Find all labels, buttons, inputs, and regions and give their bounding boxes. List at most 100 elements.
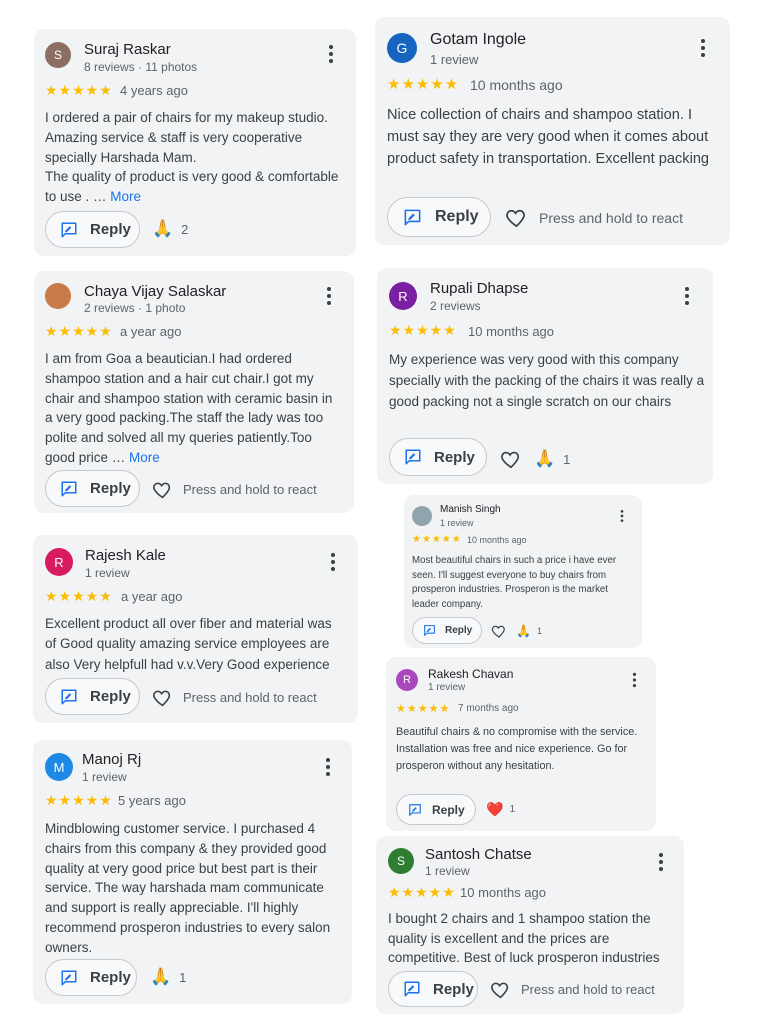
review-text-content: I bought 2 chairs and 1 shampoo station …: [388, 911, 660, 965]
reaction-area[interactable]: Press and hold to react: [505, 206, 683, 229]
avatar: [45, 283, 71, 309]
reaction-count: 2: [181, 221, 189, 237]
avatar: S: [45, 42, 71, 68]
review-text-content: Excellent product all over fiber and mat…: [45, 616, 332, 672]
more-link[interactable]: More: [129, 450, 160, 465]
heart-icon[interactable]: [490, 979, 511, 1000]
review-text: Mindblowing customer service. I purchase…: [45, 819, 335, 958]
review-date: 4 years ago: [120, 83, 188, 98]
avatar: R: [389, 282, 417, 310]
heart-icon[interactable]: [505, 206, 528, 229]
star-rating: ★★★★★: [45, 792, 113, 808]
reviewer-stats: 2 reviews: [430, 299, 481, 313]
review-text: Beautiful chairs & no compromise with th…: [396, 724, 642, 774]
reply-button[interactable]: Reply: [45, 211, 140, 248]
more-options-icon[interactable]: [620, 509, 624, 528]
more-options-icon[interactable]: [632, 672, 637, 693]
star-rating: ★★★★★: [45, 588, 113, 604]
reply-icon: [60, 221, 78, 239]
reply-label: Reply: [90, 969, 131, 986]
reviewer-name: Gotam Ingole: [430, 31, 527, 48]
heart-icon[interactable]: [152, 479, 173, 500]
reply-button[interactable]: Reply: [45, 678, 140, 715]
more-options-icon[interactable]: [330, 552, 336, 577]
review-text-content: Nice collection of chairs and shampoo st…: [387, 107, 710, 167]
review-text-content: Beautiful chairs & no compromise with th…: [396, 726, 638, 772]
reviewer-name: Rakesh Chavan: [428, 667, 514, 681]
review-date: 10 months ago: [460, 885, 547, 900]
reaction-emoji: ❤️: [486, 801, 504, 817]
reaction-area[interactable]: 🙏 1: [500, 448, 570, 470]
star-rating: ★★★★★: [387, 76, 460, 93]
reaction-area[interactable]: Press and hold to react: [152, 687, 317, 708]
reply-icon: [60, 480, 78, 498]
reviewer-name: Santosh Chatse: [425, 846, 532, 863]
reply-icon: [60, 688, 78, 706]
reaction-count: 1: [536, 626, 542, 636]
review-text: Most beautiful chairs in such a price i …: [412, 554, 634, 612]
reviewer-stats: 1 review: [425, 864, 470, 878]
reaction-count: 1: [179, 969, 187, 985]
review-text-content: I am from Goa a beautician.I had ordered…: [45, 351, 333, 465]
review-text-content: Mindblowing customer service. I purchase…: [45, 821, 331, 955]
reviewer-stats: 1 review: [85, 566, 130, 580]
reviewer-stats: 1 review: [440, 518, 474, 528]
reaction-area[interactable]: 🙏 1: [491, 623, 542, 639]
reviewer-name: Manish Singh: [440, 504, 501, 515]
review-text-content: Most beautiful chairs in such a price i …: [412, 555, 617, 610]
reviewer-stats: 2 reviews · 1 photo: [84, 301, 186, 315]
review-text-content: My experience was very good with this co…: [389, 352, 705, 409]
avatar: R: [45, 548, 73, 576]
avatar: M: [45, 753, 73, 781]
reply-icon: [60, 969, 78, 987]
reply-button[interactable]: Reply: [396, 794, 476, 825]
reply-label: Reply: [90, 688, 131, 705]
reaction-area[interactable]: ❤️ 1: [486, 801, 515, 818]
press-hold-label: Press and hold to react: [183, 690, 317, 705]
more-link[interactable]: More: [110, 189, 141, 204]
reaction-area[interactable]: 🙏 2: [152, 219, 188, 239]
more-options-icon[interactable]: [326, 286, 332, 311]
star-rating: ★★★★★: [45, 323, 113, 339]
reply-button[interactable]: Reply: [45, 470, 140, 507]
avatar: S: [388, 848, 414, 874]
reaction-count: 1: [509, 804, 515, 815]
reviewer-name: Rupali Dhapse: [430, 280, 529, 297]
review-text: I am from Goa a beautician.I had ordered…: [45, 349, 341, 468]
star-rating: ★★★★★: [389, 322, 457, 338]
more-options-icon[interactable]: [700, 37, 706, 64]
more-options-icon[interactable]: [328, 44, 334, 69]
reply-button[interactable]: Reply: [389, 438, 487, 476]
reply-button[interactable]: Reply: [387, 197, 491, 237]
review-date: 5 years ago: [118, 793, 186, 808]
reaction-area[interactable]: 🙏 1: [150, 967, 186, 987]
reaction-area[interactable]: Press and hold to react: [490, 979, 655, 1000]
reply-label: Reply: [90, 480, 131, 497]
reply-button[interactable]: Reply: [388, 971, 478, 1007]
more-options-icon[interactable]: [325, 757, 331, 782]
reaction-count: 1: [563, 451, 571, 467]
reviewer-name: Chaya Vijay Salaskar: [84, 283, 227, 300]
reply-button[interactable]: Reply: [412, 617, 482, 644]
reply-icon: [403, 980, 421, 998]
review-date: 10 months ago: [470, 77, 563, 93]
reply-button[interactable]: Reply: [45, 959, 137, 996]
review-text: My experience was very good with this co…: [389, 350, 707, 412]
review-text: I bought 2 chairs and 1 shampoo station …: [388, 909, 668, 968]
heart-icon[interactable]: [500, 448, 522, 470]
reply-icon: [423, 624, 436, 637]
avatar: G: [387, 33, 417, 63]
reaction-area[interactable]: Press and hold to react: [152, 479, 317, 500]
more-options-icon[interactable]: [684, 286, 690, 311]
more-options-icon[interactable]: [658, 852, 664, 877]
heart-icon[interactable]: [152, 687, 173, 708]
press-hold-label: Press and hold to react: [183, 482, 317, 497]
press-hold-label: Press and hold to react: [521, 982, 655, 997]
heart-icon[interactable]: [491, 623, 507, 639]
review-date: 7 months ago: [458, 703, 519, 714]
review-text-content: I ordered a pair of chairs for my makeup…: [45, 110, 339, 205]
reply-icon: [403, 208, 422, 227]
reviewer-stats: 8 reviews · 11 photos: [84, 60, 198, 74]
reply-label: Reply: [435, 208, 479, 225]
reviewer-name: Rajesh Kale: [85, 547, 166, 564]
